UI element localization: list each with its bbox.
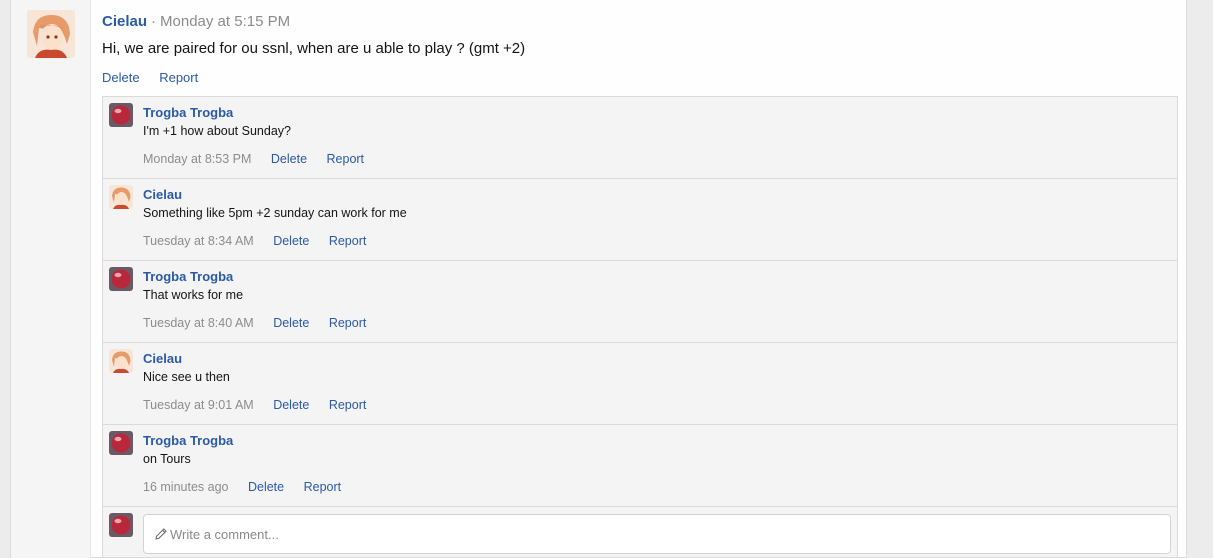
avatar[interactable] — [27, 10, 75, 58]
comment-item: Cielau Something like 5pm +2 sunday can … — [103, 179, 1177, 261]
comment-timestamp[interactable]: Tuesday at 9:01 AM — [143, 398, 254, 412]
comment-input[interactable] — [170, 515, 1160, 553]
red-ball-icon — [109, 267, 133, 291]
post-header: Cielau · Monday at 5:15 PM — [102, 13, 290, 30]
comment-author-link[interactable]: Trogba Trogba — [143, 269, 233, 284]
post-author-link[interactable]: Cielau — [102, 13, 147, 30]
post-message: Hi, we are paired for ou ssnl, when are … — [102, 40, 526, 57]
avatar[interactable] — [109, 185, 133, 209]
comment-actions: Monday at 8:53 PM Delete Report — [143, 152, 380, 166]
delete-comment-link[interactable]: Delete — [273, 234, 309, 248]
anime-character-avatar — [27, 10, 75, 58]
comment-item: Cielau Nice see u then Tuesday at 9:01 A… — [103, 343, 1177, 425]
comment-author-link[interactable]: Trogba Trogba — [143, 105, 233, 120]
comment-timestamp[interactable]: 16 minutes ago — [143, 480, 228, 494]
avatar[interactable] — [109, 431, 133, 455]
avatar-column — [11, 0, 91, 558]
red-ball-icon — [109, 431, 133, 455]
red-ball-icon — [109, 513, 133, 537]
comment-text: That works for me — [143, 288, 244, 302]
comment-actions: Tuesday at 9:01 AM Delete Report — [143, 398, 382, 412]
delete-comment-link[interactable]: Delete — [271, 152, 307, 166]
comment-composer — [103, 507, 1177, 558]
avatar[interactable] — [109, 267, 133, 291]
comment-item: Trogba Trogba That works for me Tuesday … — [103, 261, 1177, 343]
comment-actions: 16 minutes ago Delete Report — [143, 480, 357, 494]
comment-timestamp[interactable]: Tuesday at 8:34 AM — [143, 234, 254, 248]
avatar[interactable] — [109, 103, 133, 127]
comment-timestamp[interactable]: Tuesday at 8:40 AM — [143, 316, 254, 330]
pencil-icon — [155, 528, 167, 540]
comment-input-box[interactable] — [143, 514, 1171, 554]
report-comment-link[interactable]: Report — [304, 480, 342, 494]
comment-text: on Tours — [143, 452, 191, 466]
separator: · — [151, 13, 157, 30]
report-comment-link[interactable]: Report — [327, 152, 365, 166]
comment-thread: Trogba Trogba I'm +1 how about Sunday? M… — [102, 96, 1178, 558]
delete-post-link[interactable]: Delete — [102, 70, 140, 85]
comment-actions: Tuesday at 8:40 AM Delete Report — [143, 316, 382, 330]
comment-timestamp[interactable]: Monday at 8:53 PM — [143, 152, 251, 166]
avatar[interactable] — [109, 349, 133, 373]
avatar — [109, 513, 133, 537]
delete-comment-link[interactable]: Delete — [248, 480, 284, 494]
anime-character-avatar — [109, 349, 133, 373]
post-actions: Delete Report — [102, 70, 214, 85]
delete-comment-link[interactable]: Delete — [273, 398, 309, 412]
report-comment-link[interactable]: Report — [329, 316, 367, 330]
comment-text: Something like 5pm +2 sunday can work fo… — [143, 206, 407, 220]
report-comment-link[interactable]: Report — [329, 398, 367, 412]
delete-comment-link[interactable]: Delete — [273, 316, 309, 330]
comment-item: Trogba Trogba on Tours 16 minutes ago De… — [103, 425, 1177, 507]
comment-author-link[interactable]: Cielau — [143, 351, 182, 366]
profile-post-card: Cielau · Monday at 5:15 PM Hi, we are pair… — [10, 0, 1187, 558]
comment-author-link[interactable]: Trogba Trogba — [143, 433, 233, 448]
comment-text: I'm +1 how about Sunday? — [143, 124, 291, 138]
red-ball-icon — [109, 103, 133, 127]
comment-text: Nice see u then — [143, 370, 230, 384]
report-post-link[interactable]: Report — [159, 70, 198, 85]
comment-actions: Tuesday at 8:34 AM Delete Report — [143, 234, 382, 248]
post-timestamp[interactable]: Monday at 5:15 PM — [160, 13, 290, 30]
anime-character-avatar — [109, 185, 133, 209]
comment-item: Trogba Trogba I'm +1 how about Sunday? M… — [103, 97, 1177, 179]
report-comment-link[interactable]: Report — [329, 234, 367, 248]
comment-author-link[interactable]: Cielau — [143, 187, 182, 202]
